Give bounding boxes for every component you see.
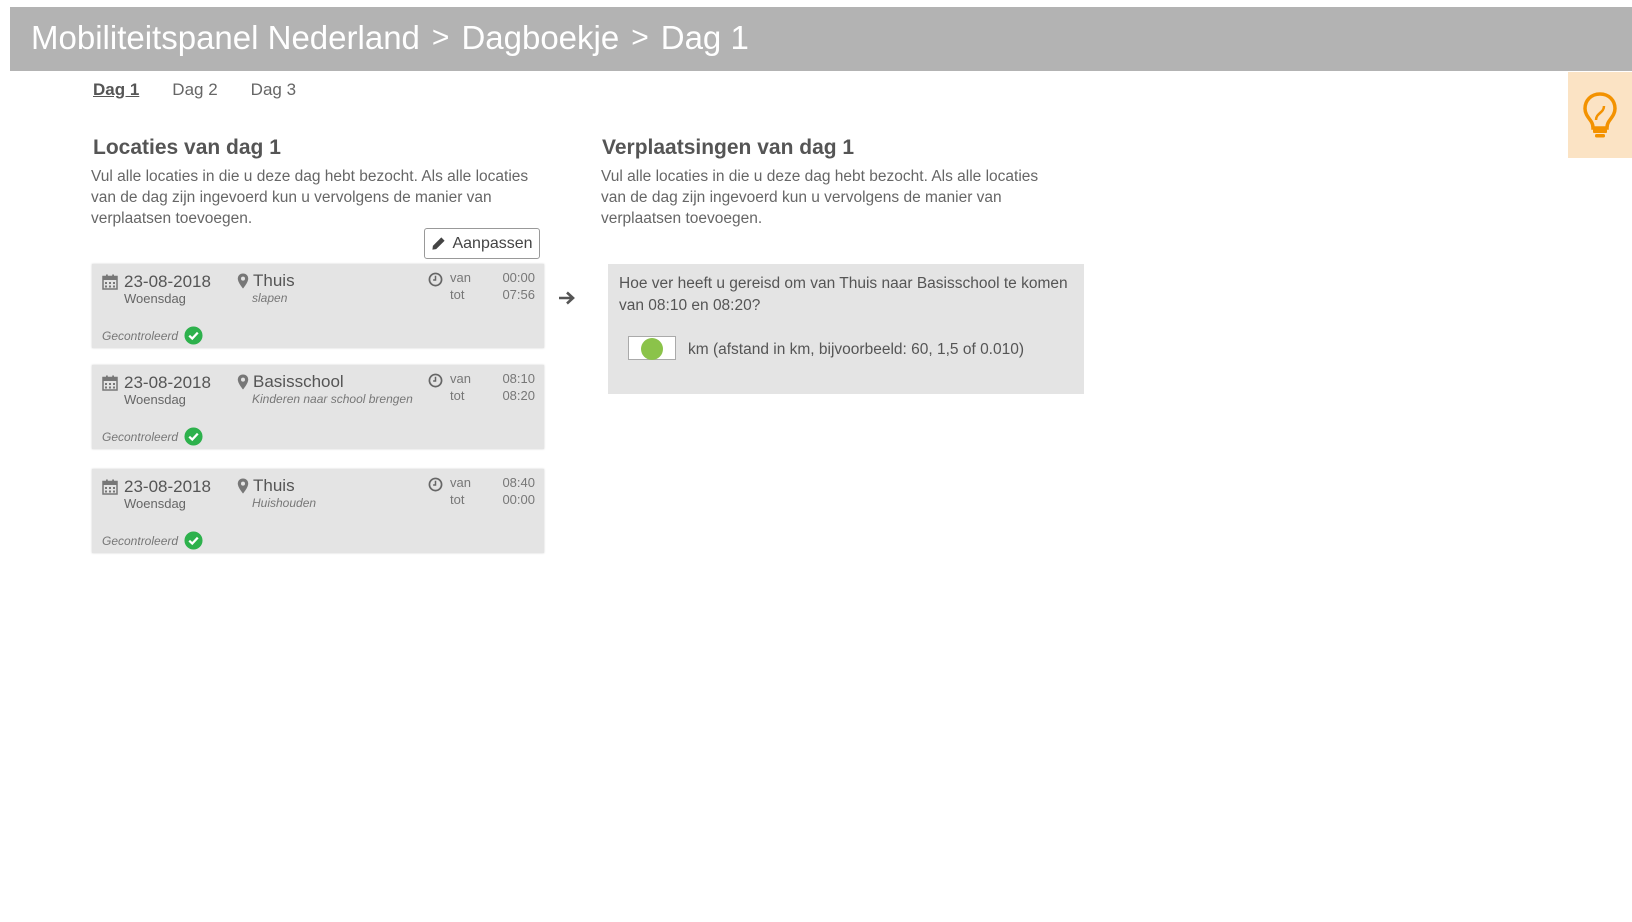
breadcrumb-separator: > — [431, 21, 450, 54]
card-weekday: Woensdag — [124, 392, 186, 407]
status-label: Gecontroleerd — [102, 533, 179, 548]
trip-question-panel: Hoe ver heeft u gereisd om van Thuis naa… — [608, 264, 1084, 394]
card-from-time: 08:40 — [502, 475, 535, 490]
arrow-right-icon — [559, 291, 575, 305]
card-from-time: 00:00 — [502, 270, 535, 285]
input-indicator — [641, 338, 663, 360]
breadcrumb-item-panel[interactable]: Mobiliteitspanel Nederland — [31, 19, 420, 57]
calendar-icon — [102, 375, 118, 391]
calendar-icon — [102, 479, 118, 495]
trips-description: Vul alle locaties in die u deze dag hebt… — [601, 168, 1039, 227]
card-place: Thuis — [237, 476, 295, 496]
map-marker-icon — [237, 478, 249, 494]
card-place-value: Thuis — [253, 271, 295, 290]
tip-button[interactable] — [1568, 72, 1632, 158]
edit-button-label: Aanpassen — [452, 234, 533, 252]
lightbulb-icon — [1583, 92, 1617, 138]
card-to-time: 08:20 — [502, 388, 535, 403]
card-date-value: 23-08-2018 — [124, 373, 211, 392]
card-date: 23-08-2018 — [102, 477, 211, 497]
card-to-label: tot — [450, 492, 465, 507]
card-from-label: van — [450, 475, 471, 490]
card-from-label: van — [450, 371, 471, 386]
card-activity: slapen — [252, 291, 288, 305]
card-date: 23-08-2018 — [102, 272, 211, 292]
card-date-value: 23-08-2018 — [124, 477, 211, 496]
breadcrumb: Mobiliteitspanel Nederland > Dagboekje >… — [31, 19, 749, 57]
card-weekday: Woensdag — [124, 291, 186, 306]
tab-dag-2[interactable]: Dag 2 — [172, 80, 217, 100]
card-status: Gecontroleerd — [102, 427, 203, 446]
card-place: Thuis — [237, 271, 295, 291]
trip-question: Hoe ver heeft u gereisd om van Thuis naa… — [619, 275, 1068, 314]
day-tabs: Dag 1 Dag 2 Dag 3 — [93, 80, 329, 100]
calendar-icon — [102, 274, 118, 290]
tab-dag-3[interactable]: Dag 3 — [251, 80, 296, 100]
location-card[interactable]: 23-08-2018 Woensdag Thuis Huishouden van… — [92, 469, 544, 553]
map-marker-icon — [237, 374, 249, 390]
breadcrumb-item-dag1: Dag 1 — [660, 19, 749, 56]
locations-title: Locaties van dag 1 — [93, 136, 281, 159]
card-date: 23-08-2018 — [102, 373, 211, 393]
card-place: Basisschool — [237, 372, 344, 392]
distance-input-label: km (afstand in km, bijvoorbeeld: 60, 1,5… — [688, 341, 1025, 358]
card-to-label: tot — [450, 287, 465, 302]
card-to-time: 07:56 — [502, 287, 535, 302]
header-bar: Mobiliteitspanel Nederland > Dagboekje >… — [10, 7, 1632, 71]
edit-button[interactable]: Aanpassen — [424, 228, 540, 259]
breadcrumb-separator: > — [631, 21, 649, 54]
map-marker-icon — [237, 273, 249, 289]
clock-icon — [428, 373, 443, 388]
locations-description: Vul alle locaties in die u deze dag hebt… — [91, 168, 529, 227]
distance-input[interactable] — [628, 336, 676, 360]
location-card[interactable]: 23-08-2018 Woensdag Basisschool Kinderen… — [92, 365, 544, 449]
clock-icon — [428, 477, 443, 492]
trips-title: Verplaatsingen van dag 1 — [602, 136, 855, 159]
breadcrumb-item-dagboekje[interactable]: Dagboekje — [461, 19, 619, 57]
clock-icon — [428, 272, 443, 287]
card-status: Gecontroleerd — [102, 531, 203, 550]
card-weekday: Woensdag — [124, 496, 186, 511]
pencil-icon — [432, 237, 446, 250]
check-circle-icon — [184, 326, 203, 345]
card-to-label: tot — [450, 388, 465, 403]
status-label: Gecontroleerd — [102, 429, 179, 444]
tab-dag-1[interactable]: Dag 1 — [93, 80, 139, 100]
card-from-label: van — [450, 270, 471, 285]
card-activity: Kinderen naar school brengen — [252, 392, 413, 406]
card-place-value: Thuis — [253, 476, 295, 495]
check-circle-icon — [184, 531, 203, 550]
card-activity: Huishouden — [252, 496, 317, 510]
card-from-time: 08:10 — [502, 371, 535, 386]
status-label: Gecontroleerd — [102, 328, 179, 343]
card-to-time: 00:00 — [502, 492, 535, 507]
check-circle-icon — [184, 427, 203, 446]
card-date-value: 23-08-2018 — [124, 272, 211, 291]
card-place-value: Basisschool — [253, 372, 344, 391]
card-status: Gecontroleerd — [102, 326, 203, 345]
location-card[interactable]: 23-08-2018 Woensdag Thuis slapen van tot… — [92, 264, 544, 348]
